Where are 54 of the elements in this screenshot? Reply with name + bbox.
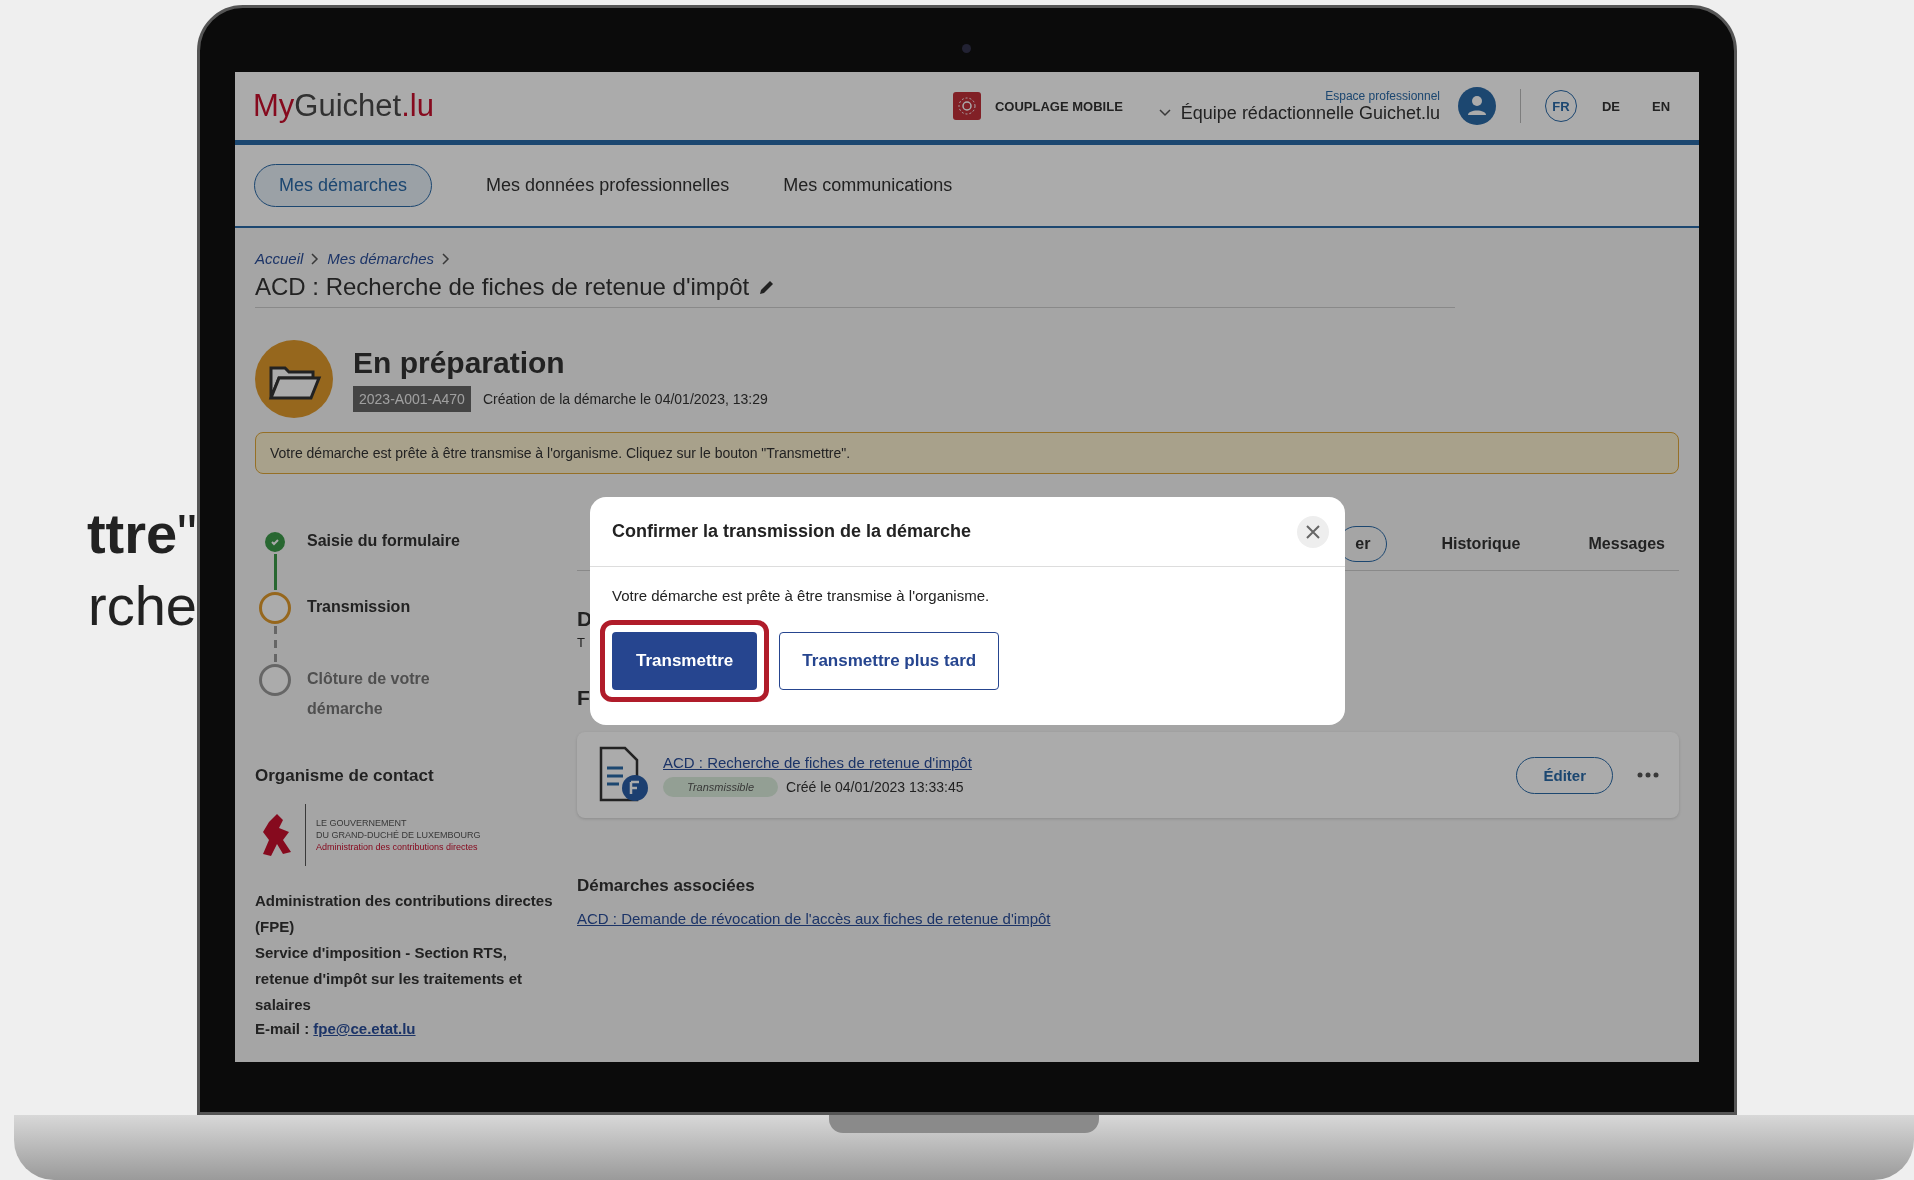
nav-tab[interactable]: Mes données professionnelles bbox=[486, 165, 730, 206]
close-button[interactable] bbox=[1297, 515, 1329, 548]
chevron-icon bbox=[311, 252, 320, 265]
step-label: Transmission bbox=[307, 597, 412, 617]
form-created-date: Créé le 04/01/2023 13:33:45 bbox=[786, 778, 964, 795]
email-link[interactable]: fpe@ce.etat.lu bbox=[313, 1020, 416, 1037]
related-heading: Démarches associées bbox=[577, 876, 756, 896]
government-logo-text: Administration des contributions directes bbox=[316, 841, 479, 853]
breadcrumb-link[interactable]: Accueil bbox=[255, 250, 304, 267]
section-heading: F bbox=[577, 686, 590, 710]
backdrop-text: rche bbox=[88, 573, 197, 639]
reference-tag: 2023-A001-A470 bbox=[353, 386, 471, 412]
section-tab[interactable]: Messages bbox=[1574, 527, 1679, 561]
folder-icon bbox=[255, 340, 333, 418]
related-link[interactable]: ACD : Demande de révocation de l'accès aux fiches de retenue d'impôt bbox=[577, 910, 1679, 927]
creation-date: Création de la démarche le 04/01/2023, 13:29 bbox=[482, 391, 768, 407]
mobile-pairing-link[interactable]: COUPLAGE MOBILE bbox=[953, 92, 1123, 120]
close-icon bbox=[1306, 524, 1320, 539]
step-label: Clôture de votre démarche bbox=[307, 669, 431, 719]
space-label: Espace professionnel bbox=[1325, 88, 1440, 103]
user-avatar-icon[interactable] bbox=[1458, 87, 1496, 125]
more-icon[interactable] bbox=[1637, 771, 1659, 779]
language-option[interactable]: EN bbox=[1645, 90, 1677, 122]
transmit-later-button[interactable]: Transmettre plus tard bbox=[779, 632, 1000, 690]
contact-heading: Organisme de contact bbox=[255, 766, 435, 786]
section-heading: T bbox=[577, 635, 585, 650]
breadcrumb-link[interactable]: Mes démarches bbox=[327, 250, 435, 267]
backdrop-heading: ttre" bbox=[86, 501, 197, 567]
status-label: En préparation bbox=[353, 346, 566, 380]
address-text: Service d'imposition - Section RTS, retenue d'impôt sur les traitements et salaires bbox=[255, 943, 523, 1015]
form-file-icon bbox=[597, 746, 649, 804]
edit-button[interactable]: Éditer bbox=[1516, 756, 1613, 794]
account-menu[interactable]: Équipe rédactionnelle Guichet.lu bbox=[1158, 102, 1440, 124]
government-logo-text: DU GRAND-DUCHÉ DE LUXEMBOURG bbox=[316, 829, 481, 841]
nav-tab[interactable]: Mes communications bbox=[783, 165, 953, 206]
status-badge: Transmissible bbox=[663, 776, 779, 797]
government-logo-text: LE GOUVERNEMENT bbox=[316, 817, 408, 829]
page-title: ACD : Recherche de fiches de retenue d'impôt bbox=[255, 273, 750, 301]
step-label: Saisie du formulaire bbox=[307, 531, 461, 551]
camera-icon bbox=[962, 44, 971, 53]
pairing-icon bbox=[953, 92, 981, 120]
dialog-text: Votre démarche est prête à être transmise à l'organisme. bbox=[612, 587, 991, 604]
language-option[interactable]: DE bbox=[1595, 90, 1627, 122]
info-alert: Votre démarche est prête à être transmise à l'organisme. Cliquez sur le bouton "Transmettre". bbox=[255, 432, 1679, 474]
address-text: Administration des contributions directes (FPE) bbox=[255, 891, 554, 937]
dialog-title: Confirmer la transmission de la démarche bbox=[612, 521, 972, 542]
nav-tab[interactable]: Mes démarches bbox=[254, 164, 433, 207]
chevron-down-icon bbox=[1158, 109, 1171, 117]
chevron-icon bbox=[442, 252, 451, 265]
section-tab[interactable]: Historique bbox=[1427, 527, 1535, 561]
site-logo[interactable]: MyGuichet.lu bbox=[253, 88, 434, 124]
transmit-button[interactable]: Transmettre bbox=[612, 632, 758, 690]
email-label: E-mail : bbox=[255, 1020, 311, 1037]
form-link[interactable]: ACD : Recherche de fiches de retenue d'impôt bbox=[663, 753, 1503, 771]
